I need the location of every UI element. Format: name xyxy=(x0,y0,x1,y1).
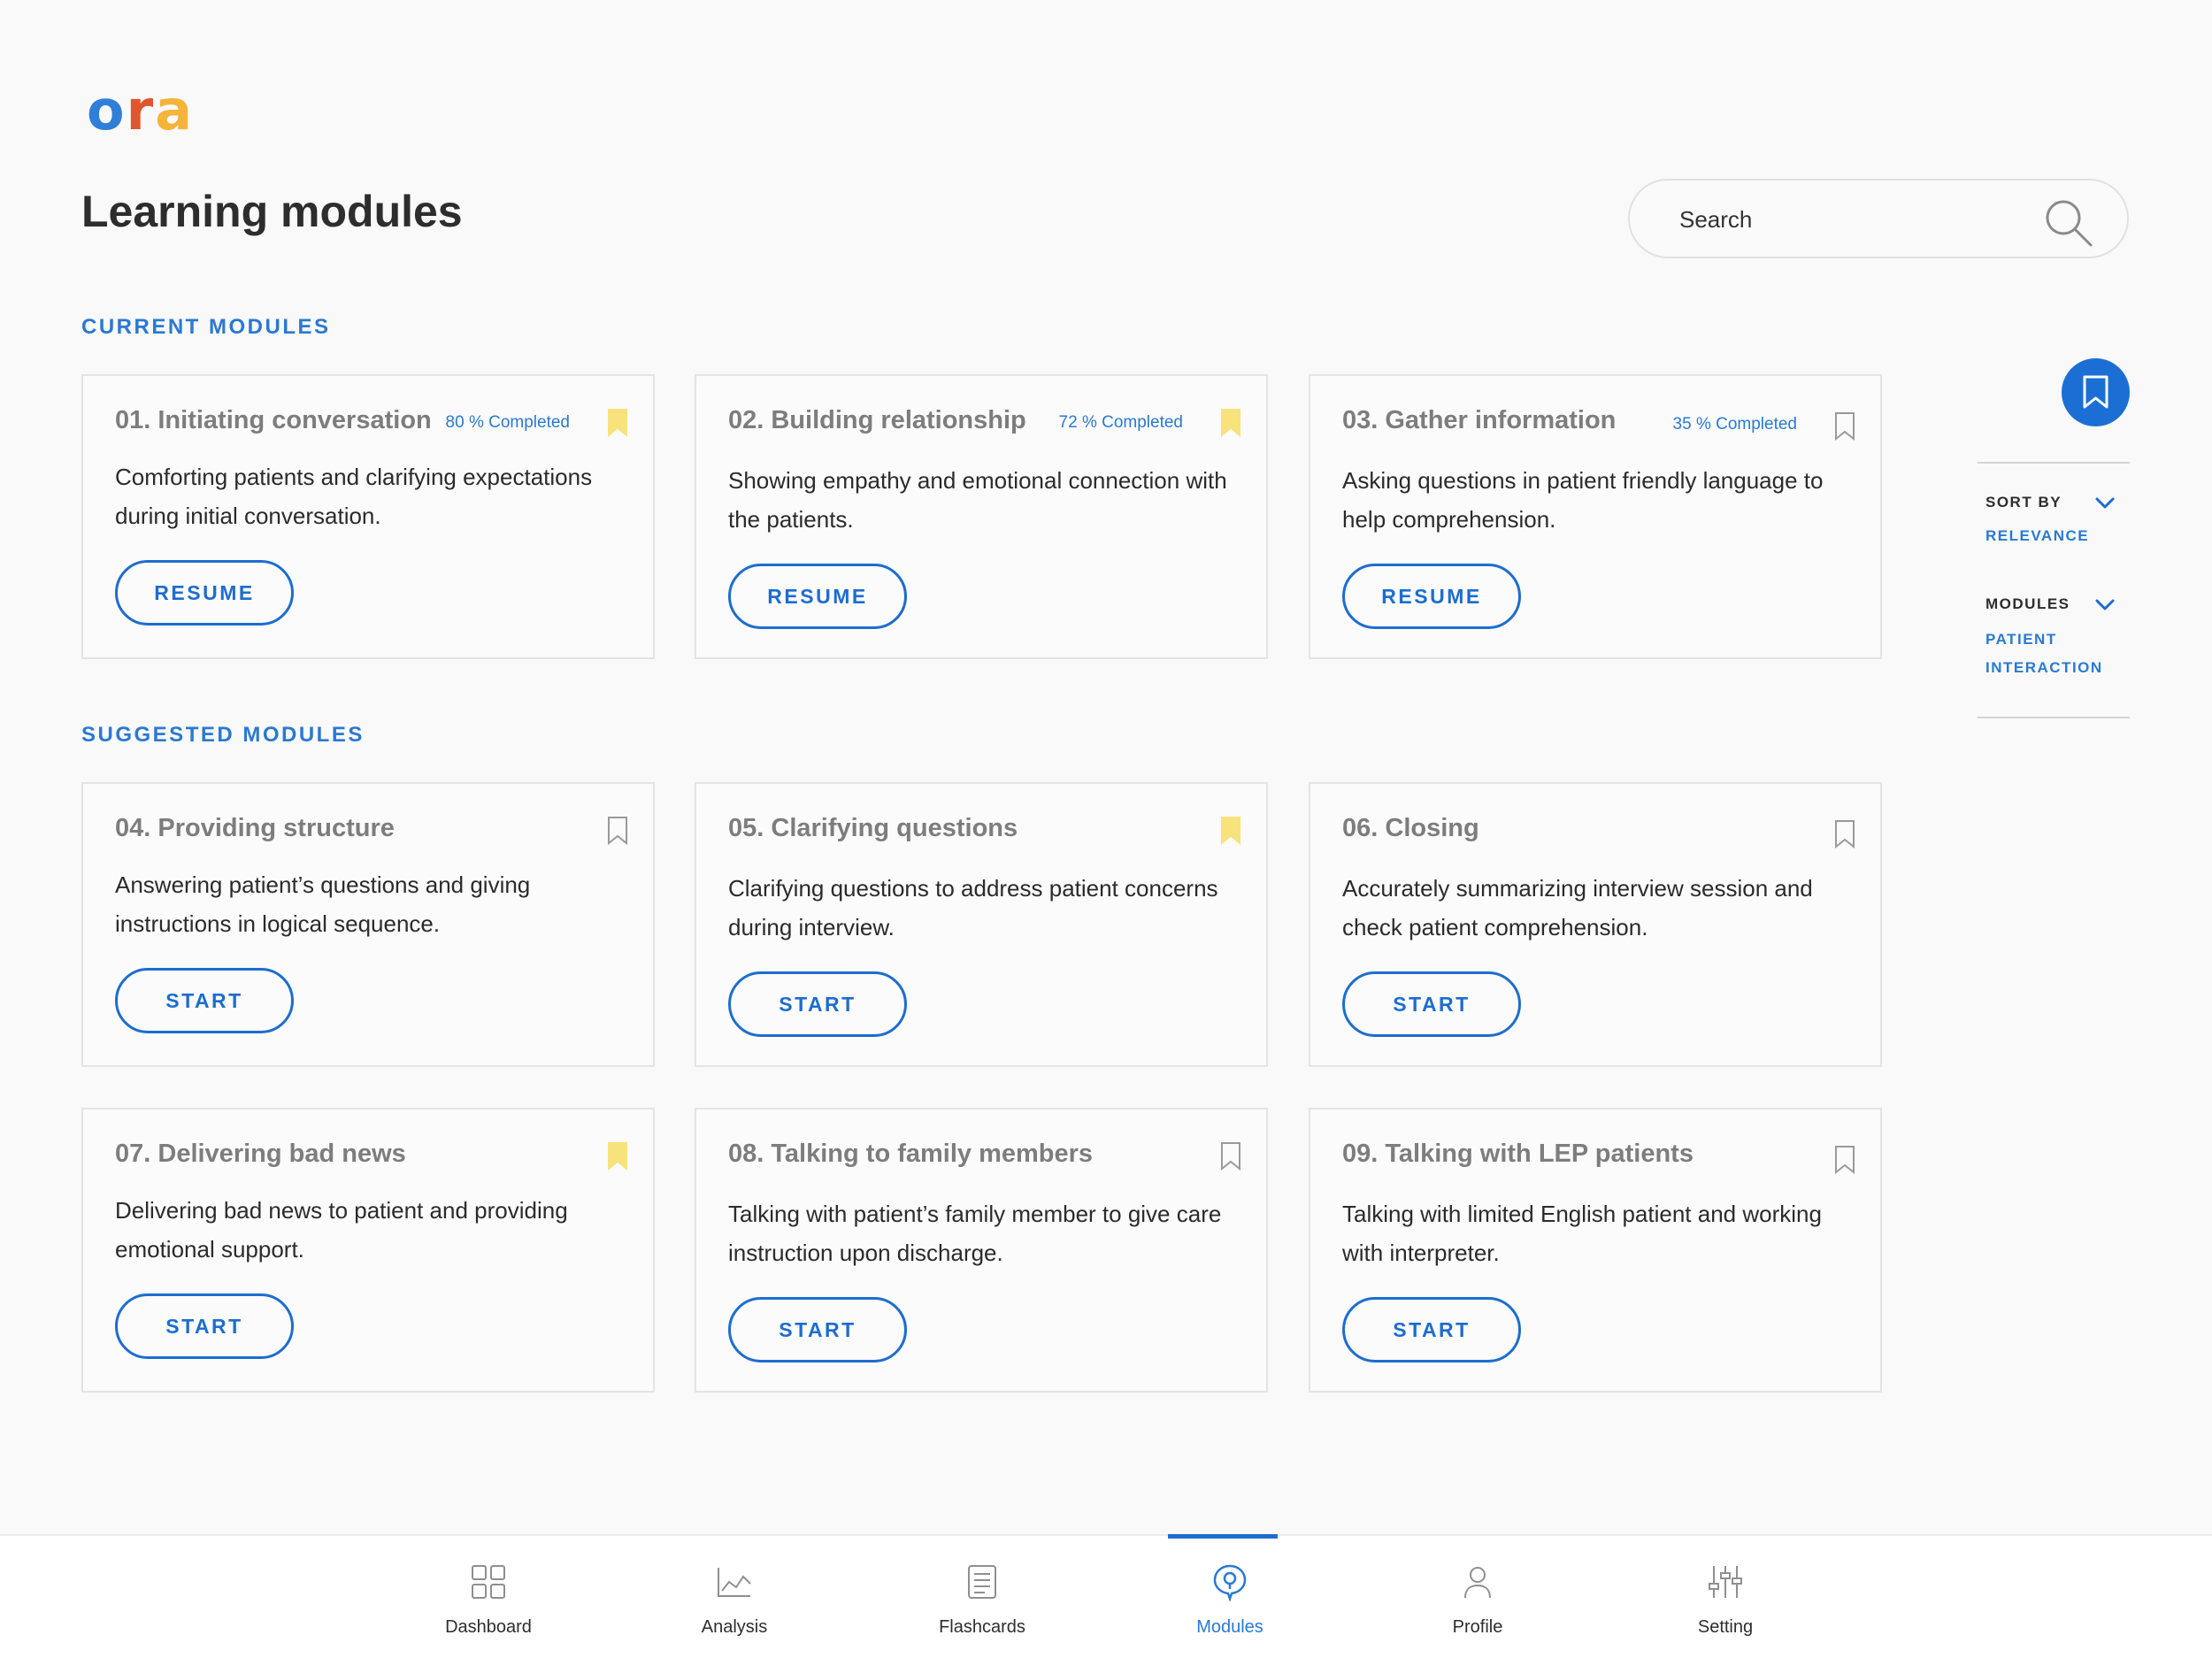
nav-label: Setting xyxy=(1697,1617,1754,1637)
module-description: Clarifying questions to address patient … xyxy=(728,875,1218,940)
module-progress: 72 % Completed xyxy=(1058,413,1183,432)
module-title: 09. Talking with LEP patients xyxy=(1342,1140,1694,1168)
modules-filter-value-line: PATIENT xyxy=(1985,631,2057,648)
nav-item-flashcards[interactable]: Flashcards xyxy=(902,1536,1062,1658)
module-card: 06. Closing Accurately summarizing inter… xyxy=(1309,782,1882,1067)
filter-divider xyxy=(1978,462,2130,464)
module-card: 01. Initiating conversation 80 % Complet… xyxy=(81,374,655,659)
module-card: 03. Gather information 35 % Completed As… xyxy=(1309,374,1882,659)
start-button[interactable]: START xyxy=(1342,1297,1521,1362)
bookmark-icon xyxy=(2083,375,2108,409)
search-input[interactable] xyxy=(1679,198,2033,241)
start-button[interactable]: START xyxy=(728,971,907,1037)
module-progress: 80 % Completed xyxy=(445,413,570,432)
nav-label: Modules xyxy=(1196,1617,1263,1637)
bookmark-icon[interactable] xyxy=(1220,408,1241,438)
modules-filter-value-line: INTERACTION xyxy=(1985,659,2103,676)
filter-divider xyxy=(1978,717,2130,718)
modules-filter-label: MODULES xyxy=(1985,595,2070,612)
resume-button[interactable]: RESUME xyxy=(1342,564,1521,629)
current-modules-heading: CURRENT MODULES xyxy=(81,315,331,339)
sort-by-label: SORT BY xyxy=(1985,494,2062,510)
module-title: 04. Providing structure xyxy=(115,814,395,842)
line-chart-icon xyxy=(718,1568,751,1597)
module-description: Comforting patients and clarifying expec… xyxy=(115,464,593,529)
module-title: 05. Clarifying questions xyxy=(728,814,1018,842)
start-button[interactable]: START xyxy=(115,968,294,1033)
start-button[interactable]: START xyxy=(728,1297,907,1362)
bookmark-icon[interactable] xyxy=(607,408,628,438)
modules-icon xyxy=(1213,1564,1247,1601)
nav-label: Flashcards xyxy=(939,1617,1025,1637)
module-title: 08. Talking to family members xyxy=(728,1140,1094,1168)
chevron-down-icon[interactable] xyxy=(2095,497,2115,510)
nav-item-dashboard[interactable]: Dashboard xyxy=(409,1536,568,1658)
sliders-icon xyxy=(1709,1566,1742,1598)
module-title: 07. Delivering bad news xyxy=(115,1140,406,1168)
search-box[interactable] xyxy=(1628,179,2129,258)
page-title: Learning modules xyxy=(81,187,463,236)
resume-button[interactable]: RESUME xyxy=(728,564,907,629)
nav-item-setting[interactable]: Setting xyxy=(1646,1536,1805,1658)
module-title: 03. Gather information xyxy=(1342,406,1617,434)
ora-logo: ora xyxy=(87,78,195,142)
module-title: 02. Building relationship xyxy=(728,406,1026,434)
search-icon[interactable] xyxy=(2044,198,2093,248)
grid-icon xyxy=(472,1565,505,1599)
bookmark-icon[interactable] xyxy=(1834,1145,1855,1175)
module-description: Answering patient’s questions and giving… xyxy=(115,871,531,937)
module-card: 04. Providing structure Answering patien… xyxy=(81,782,655,1067)
module-description: Asking questions in patient friendly lan… xyxy=(1342,467,1824,533)
nav-item-profile[interactable]: Profile xyxy=(1398,1536,1557,1658)
module-title: 01. Initiating conversation xyxy=(115,406,432,434)
bottom-nav: Dashboard Analysis Flashcards Modules Pr… xyxy=(0,1534,2212,1658)
sort-by-value[interactable]: RELEVANCE xyxy=(1985,522,2089,550)
module-card: 07. Delivering bad news Delivering bad n… xyxy=(81,1108,655,1393)
nav-label: Profile xyxy=(1452,1617,1503,1637)
module-description: Delivering bad news to patient and provi… xyxy=(115,1197,568,1263)
chevron-down-icon[interactable] xyxy=(2095,599,2115,611)
start-button[interactable]: START xyxy=(115,1293,294,1359)
module-card: 09. Talking with LEP patients Talking wi… xyxy=(1309,1108,1882,1393)
bookmark-icon[interactable] xyxy=(1834,411,1855,441)
resume-button[interactable]: RESUME xyxy=(115,560,294,626)
person-icon xyxy=(1464,1567,1491,1599)
module-progress: 35 % Completed xyxy=(1672,415,1797,434)
bookmark-icon[interactable] xyxy=(1220,1141,1241,1171)
bookmarks-button[interactable] xyxy=(2062,358,2130,426)
module-description: Talking with limited English patient and… xyxy=(1342,1201,1822,1266)
suggested-modules-heading: SUGGESTED MODULES xyxy=(81,723,365,747)
nav-item-analysis[interactable]: Analysis xyxy=(655,1536,814,1658)
module-description: Accurately summarizing interview session… xyxy=(1342,875,1813,940)
module-description: Talking with patient’s family member to … xyxy=(728,1201,1222,1266)
module-card: 02. Building relationship 72 % Completed… xyxy=(695,374,1268,659)
module-description: Showing empathy and emotional connection… xyxy=(728,467,1227,533)
start-button[interactable]: START xyxy=(1342,971,1521,1037)
nav-label: Dashboard xyxy=(445,1617,532,1637)
nav-item-modules[interactable]: Modules xyxy=(1150,1534,1310,1658)
module-card: 05. Clarifying questions Clarifying ques… xyxy=(695,782,1268,1067)
bookmark-icon[interactable] xyxy=(1220,816,1241,846)
bookmark-icon[interactable] xyxy=(607,1141,628,1171)
bookmark-icon[interactable] xyxy=(607,816,628,846)
module-title: 06. Closing xyxy=(1342,814,1479,842)
nav-label: Analysis xyxy=(701,1617,768,1637)
module-card: 08. Talking to family members Talking wi… xyxy=(695,1108,1268,1393)
modules-filter-value[interactable]: PATIENT INTERACTION xyxy=(1985,626,2103,682)
flashcards-icon xyxy=(968,1565,996,1599)
bookmark-icon[interactable] xyxy=(1834,819,1855,849)
